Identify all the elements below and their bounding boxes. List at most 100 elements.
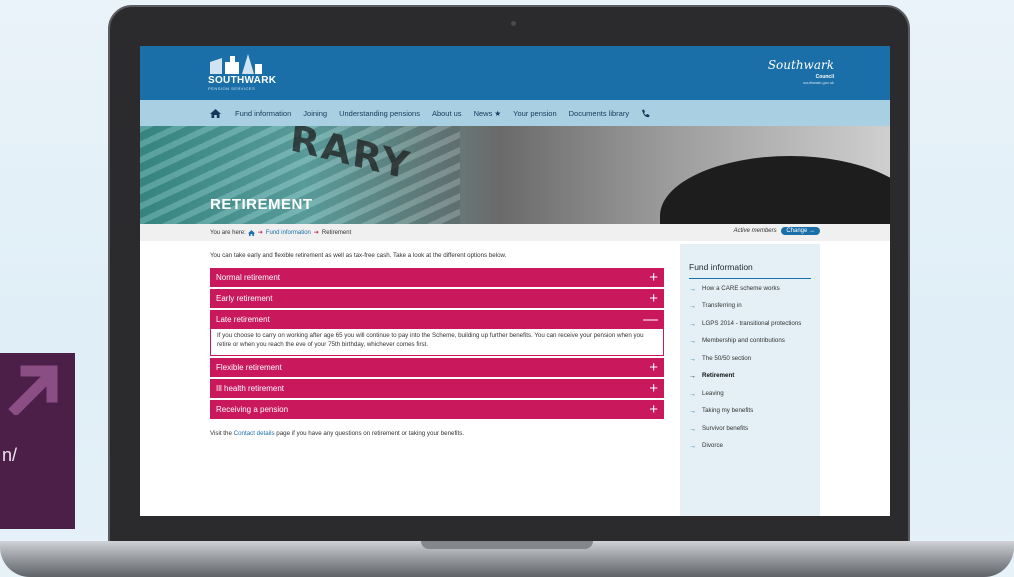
breadcrumb-home-icon[interactable] (247, 229, 255, 236)
sidebar-title: Fund information (689, 262, 811, 279)
sidebar-item-transferring-in[interactable]: → Transferring in (689, 302, 811, 311)
active-members-selector: Active members Change → (734, 227, 820, 235)
southwark-council-logo[interactable]: Southwark Council southwark.gov.uk (768, 56, 834, 85)
plus-icon[interactable]: + (649, 402, 658, 417)
accordion-item: Late retirement — If you choose to carry… (210, 310, 664, 356)
accordion-label: Receiving a pension (216, 404, 289, 414)
sidebar-item-divorce[interactable]: → Divorce (689, 442, 811, 451)
council-script: Southwark (767, 58, 834, 72)
accordion-ill-health-retirement[interactable]: Ill health retirement + (210, 378, 664, 398)
accordion-normal-retirement[interactable]: Normal retirement + (210, 268, 664, 287)
active-members-label: Active members (733, 228, 777, 234)
laptop-screen: SOUTHWARK PENSION SERVICES Southwark Cou… (140, 46, 890, 516)
arrow-right-icon: → (689, 338, 696, 346)
contact-note: Visit the Contact details page if you ha… (210, 430, 664, 437)
accordion-label: Early retirement (216, 294, 273, 303)
nav-joining[interactable]: Joining (303, 109, 327, 118)
sidebar: Fund information → How a CARE scheme work… (680, 244, 820, 516)
building-skyline-icon (210, 54, 262, 74)
arrow-right-icon: → (689, 442, 696, 450)
arrow-up-right-icon (8, 365, 58, 415)
sidebar-item-care-scheme[interactable]: → How a CARE scheme works (689, 285, 811, 294)
sidebar-item-label: Survivor benefits (702, 424, 749, 432)
accordion-label: Normal retirement (216, 273, 281, 282)
minus-icon[interactable]: — (643, 312, 658, 327)
sidebar-item-taking-my-benefits[interactable]: → Taking my benefits (689, 407, 811, 416)
nav-news[interactable]: News ★ (474, 109, 502, 118)
change-member-type-button[interactable]: Change → (781, 227, 820, 235)
breadcrumb-arrow-icon: ➔ (313, 230, 319, 236)
sidebar-item-label: How a CARE scheme works (702, 285, 780, 292)
arrow-right-icon: → (689, 390, 696, 398)
laptop-notch (421, 541, 593, 549)
southwark-pension-logo[interactable]: SOUTHWARK PENSION SERVICES (208, 52, 276, 91)
contact-note-post: page if you have any questions on retire… (274, 429, 465, 437)
sidebar-item-label: Membership and contributions (702, 337, 785, 345)
breadcrumb: You are here: ➔ Fund information ➔ Retir… (140, 224, 890, 241)
nav-about-us[interactable]: About us (432, 109, 462, 118)
arrow-right-icon: → (689, 425, 696, 433)
accordion-late-retirement-body: If you choose to carry on working after … (210, 329, 664, 356)
accordion-item: Receiving a pension + (210, 399, 664, 419)
phone-icon[interactable] (641, 109, 650, 118)
plus-icon[interactable]: + (649, 270, 658, 285)
accordion-item: Ill health retirement + (210, 378, 664, 398)
sidebar-item-survivor-benefits[interactable]: → Survivor benefits (689, 425, 811, 434)
accordion-flexible-retirement[interactable]: Flexible retirement + (210, 357, 664, 377)
accordion-label: Ill health retirement (216, 383, 285, 393)
accordion-label: Late retirement (216, 315, 270, 324)
sidebar-item-label: Divorce (702, 441, 723, 449)
plus-icon[interactable]: + (649, 291, 658, 306)
arrow-right-icon: → (689, 286, 696, 293)
promo-card[interactable]: n/ (0, 353, 75, 529)
page-title: RETIREMENT (210, 196, 313, 213)
sidebar-item-5050-section[interactable]: → The 50/50 section (689, 355, 811, 364)
breadcrumb-fund-information[interactable]: Fund information (266, 230, 311, 236)
site-header: SOUTHWARK PENSION SERVICES Southwark Cou… (140, 46, 890, 100)
intro-text: You can take early and flexible retireme… (210, 252, 507, 259)
nav-understanding-pensions[interactable]: Understanding pensions (339, 109, 420, 118)
hero-dark-shape (660, 156, 890, 224)
accordion-late-retirement[interactable]: Late retirement — (210, 310, 664, 329)
nav-your-pension[interactable]: Your pension (513, 109, 557, 118)
accordion-item: Early retirement + (210, 289, 664, 308)
arrow-right-icon: → (689, 355, 696, 363)
breadcrumb-prefix: You are here: (210, 229, 246, 236)
main-content: You can take early and flexible retireme… (210, 252, 664, 437)
sidebar-item-leaving[interactable]: → Leaving (689, 390, 811, 399)
sidebar-item-label: The 50/50 section (702, 354, 752, 362)
sidebar-item-label: Taking my benefits (702, 407, 754, 415)
nav-documents-library[interactable]: Documents library (569, 109, 629, 118)
home-icon[interactable] (210, 108, 221, 118)
logo-word: SOUTHWARK (208, 75, 277, 86)
arrow-right-icon: → (689, 320, 696, 328)
accordion-label: Flexible retirement (216, 362, 282, 372)
sidebar-item-membership[interactable]: → Membership and contributions (689, 337, 811, 346)
arrow-right-icon: → (689, 408, 696, 416)
arrow-right-icon: → (689, 373, 696, 381)
main-nav: Fund information Joining Understanding p… (140, 100, 890, 126)
hero-banner: RARY RETIREMENT (140, 126, 890, 224)
accordion-receiving-a-pension[interactable]: Receiving a pension + (210, 399, 664, 419)
promo-text: n/ (2, 445, 18, 465)
arrow-right-icon: → (689, 303, 696, 311)
sidebar-item-label: LGPS 2014 - transitional protections (702, 319, 802, 327)
accordion-early-retirement[interactable]: Early retirement + (210, 289, 664, 308)
nav-fund-information[interactable]: Fund information (235, 109, 291, 118)
laptop-base (0, 541, 1014, 577)
breadcrumb-arrow-icon: ➔ (257, 230, 263, 236)
logo-subtitle: PENSION SERVICES (208, 86, 256, 91)
plus-icon[interactable]: + (649, 381, 658, 396)
accordion-item: Flexible retirement + (210, 357, 664, 377)
council-url: southwark.gov.uk (803, 80, 834, 85)
contact-note-pre: Visit the (210, 429, 234, 437)
sidebar-item-label: Transferring in (702, 302, 742, 310)
sidebar-item-label: Retirement (702, 372, 735, 380)
sidebar-item-retirement[interactable]: → Retirement (689, 372, 811, 381)
plus-icon[interactable]: + (649, 360, 658, 375)
sidebar-item-lgps-2014[interactable]: → LGPS 2014 - transitional protections (689, 320, 811, 329)
camera-dot (511, 21, 516, 26)
breadcrumb-current: Retirement (321, 229, 352, 236)
contact-details-link[interactable]: Contact details (234, 430, 275, 437)
sidebar-item-label: Leaving (702, 389, 724, 397)
